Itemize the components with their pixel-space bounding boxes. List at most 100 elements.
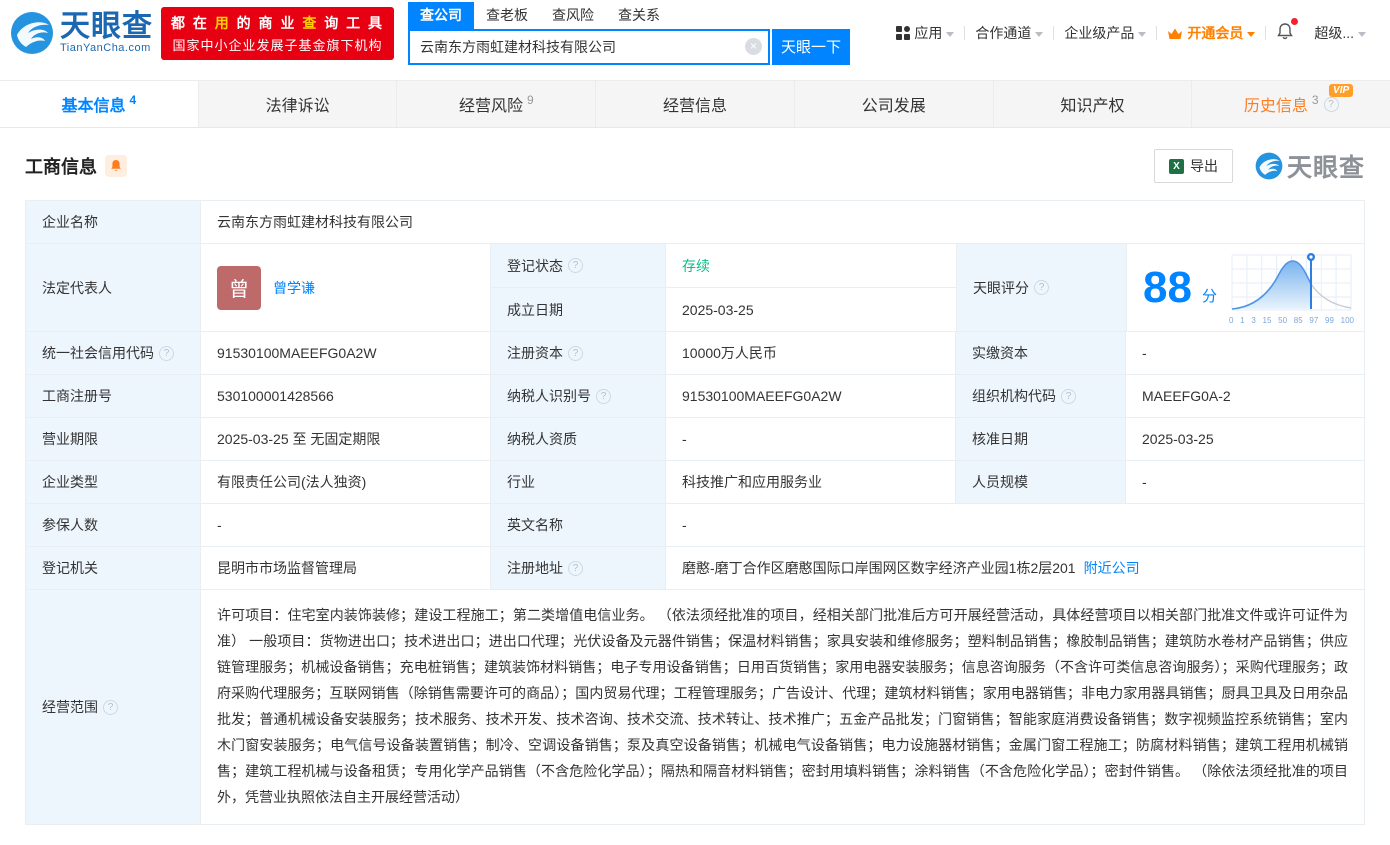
- watermark-logo: 天眼查: [1255, 148, 1365, 184]
- field-label: 登记状态: [491, 244, 666, 287]
- table-row: 登记机关 昆明市市场监督管理局 注册地址 磨憨-磨丁合作区磨憨国际口岸围网区数字…: [26, 547, 1364, 590]
- tab-count: 3: [1311, 93, 1319, 107]
- tab-legal-proceedings[interactable]: 法律诉讼: [199, 81, 398, 127]
- insured-value: -: [201, 504, 491, 546]
- promo-line1: 都 在: [171, 14, 215, 31]
- tab-intellectual-property[interactable]: 知识产权: [994, 81, 1193, 127]
- taxpayer-qual-value: -: [666, 418, 956, 460]
- field-label: 注册地址: [491, 547, 666, 589]
- search-area: 查公司 查老板 查风险 查关系 天眼一下: [408, 1, 851, 65]
- nav-super-account[interactable]: 超级...: [1304, 23, 1376, 43]
- help-icon[interactable]: [159, 345, 174, 361]
- approval-date-value: 2025-03-25: [1142, 431, 1214, 447]
- legal-rep-cell: 曾 曾学谦: [201, 244, 491, 331]
- promo-highlight-1: 用: [214, 14, 231, 31]
- field-label: 英文名称: [491, 504, 666, 546]
- tianyan-score-cell[interactable]: 88 分 0 1 3 15 50 85 97 99 100: [1127, 244, 1364, 331]
- score-value: 88: [1143, 262, 1192, 312]
- nearby-companies-link[interactable]: 附近公司: [1084, 558, 1140, 578]
- field-label: 纳税人资质: [491, 418, 666, 460]
- field-label: 行业: [491, 461, 666, 503]
- clear-icon[interactable]: [745, 37, 763, 55]
- help-icon[interactable]: [596, 388, 611, 404]
- field-label: 参保人数: [26, 504, 201, 546]
- search-button[interactable]: 天眼一下: [772, 28, 851, 65]
- establish-date: 2025-03-25: [682, 301, 754, 318]
- field-label: 企业名称: [26, 201, 201, 243]
- tab-company-development[interactable]: 公司发展: [795, 81, 994, 127]
- search-tab-boss[interactable]: 查老板: [474, 2, 540, 29]
- help-icon[interactable]: [1061, 388, 1076, 404]
- field-label: 组织机构代码: [956, 375, 1126, 417]
- table-row: 经营范围 许可项目：住宅室内装饰装修；建设工程施工；第二类增值电信业务。 （依法…: [26, 590, 1364, 824]
- tab-history-info[interactable]: VIP 历史信息 3: [1192, 81, 1390, 127]
- field-label: 核准日期: [956, 418, 1126, 460]
- table-row: 企业类型 有限责任公司(法人独资) 行业 科技推广和应用服务业 人员规模 -: [26, 461, 1364, 504]
- table-row: 法定代表人 曾 曾学谦 登记状态 存续 成立日期 2025-03-25 天眼评分…: [26, 244, 1364, 332]
- top-header: 天眼查 TianYanCha.com 都 在 用 的 商 业 查 询 工 具 国…: [0, 0, 1390, 66]
- search-input[interactable]: [408, 28, 771, 65]
- company-type-value: 有限责任公司(法人独资): [201, 461, 491, 503]
- help-icon[interactable]: [568, 560, 583, 576]
- help-icon[interactable]: [568, 345, 583, 361]
- business-scope-value: 许可项目：住宅室内装饰装修；建设工程施工；第二类增值电信业务。 （依法须经批准的…: [217, 607, 1348, 805]
- tab-count: 4: [129, 93, 137, 107]
- industry-value: 科技推广和应用服务业: [666, 461, 956, 503]
- search-tab-company[interactable]: 查公司: [408, 1, 475, 29]
- field-label: 营业期限: [26, 418, 201, 460]
- search-tab-risk[interactable]: 查风险: [540, 2, 606, 29]
- crown-icon: [1168, 28, 1183, 39]
- reg-capital-value: 10000万人民币: [666, 332, 956, 374]
- table-row: 工商注册号 530100001428566 纳税人识别号 91530100MAE…: [26, 375, 1364, 418]
- field-label: 企业类型: [26, 461, 201, 503]
- reg-address-cell: 磨憨-磨丁合作区磨憨国际口岸围网区数字经济产业园1栋2层201 附近公司: [666, 547, 1364, 589]
- reg-address-value: 磨憨-磨丁合作区磨憨国际口岸围网区数字经济产业园1栋2层201: [682, 560, 1076, 576]
- table-row: 企业名称 云南东方雨虹建材科技有限公司: [26, 201, 1364, 244]
- search-tab-relation[interactable]: 查关系: [606, 2, 672, 29]
- org-code-value: MAEEFG0A-2: [1142, 388, 1231, 404]
- field-label: 成立日期: [491, 288, 666, 331]
- field-label: 实缴资本: [956, 332, 1126, 374]
- notification-bell-icon[interactable]: [1266, 18, 1304, 44]
- reg-authority-value: 昆明市市场监督管理局: [201, 547, 491, 589]
- export-button[interactable]: 导出: [1153, 149, 1233, 183]
- score-unit: 分: [1201, 288, 1217, 305]
- registration-status: 存续: [682, 257, 710, 274]
- reg-no-value: 530100001428566: [201, 375, 491, 417]
- subscribe-bell-icon[interactable]: [105, 155, 127, 177]
- chevron-down-icon: [1035, 31, 1044, 37]
- tab-business-info[interactable]: 经营信息: [596, 81, 795, 127]
- chevron-down-icon: [1138, 31, 1147, 37]
- legal-rep-link[interactable]: 曾学谦: [273, 278, 315, 298]
- biz-term-value: 2025-03-25 至 无固定期限: [201, 418, 491, 460]
- help-icon[interactable]: [103, 699, 118, 715]
- grid-icon: [896, 26, 911, 40]
- tianyancha-logo[interactable]: 天眼查 TianYanCha.com: [10, 11, 153, 55]
- nav-apps[interactable]: 应用: [886, 23, 964, 43]
- help-icon[interactable]: [1034, 280, 1049, 295]
- english-name-value: -: [682, 517, 687, 533]
- vip-badge: VIP: [1329, 84, 1354, 97]
- avatar[interactable]: 曾: [217, 265, 261, 310]
- help-icon[interactable]: [568, 258, 583, 273]
- nav-enterprise-products[interactable]: 企业级产品: [1054, 23, 1156, 43]
- uscc-value: 91530100MAEEFG0A2W: [201, 332, 491, 374]
- page-tab-bar: 基本信息 4 法律诉讼 经营风险 9 经营信息 公司发展 知识产权 VIP 历史信息…: [0, 80, 1390, 128]
- field-label: 纳税人识别号: [491, 375, 666, 417]
- chevron-down-icon: [1247, 31, 1256, 37]
- logo-subtitle: TianYanCha.com: [60, 42, 151, 54]
- nav-cooperation[interactable]: 合作通道: [965, 23, 1053, 43]
- staff-size-value: -: [1142, 474, 1147, 490]
- help-icon[interactable]: [1323, 96, 1339, 112]
- tab-basic-info[interactable]: 基本信息 4: [0, 81, 199, 127]
- field-label: 法定代表人: [26, 244, 201, 331]
- promo-highlight-2: 查: [302, 14, 319, 31]
- field-label: 登记机关: [26, 547, 201, 589]
- nav-open-vip[interactable]: 开通会员: [1157, 23, 1265, 43]
- field-label: 统一社会信用代码: [26, 332, 201, 374]
- table-row: 营业期限 2025-03-25 至 无固定期限 纳税人资质 - 核准日期 202…: [26, 418, 1364, 461]
- score-axis-labels: 01 3 15 50 85 97 99 100: [1229, 316, 1354, 325]
- tab-business-risk[interactable]: 经营风险 9: [397, 81, 597, 127]
- logo-swirl-icon: [11, 12, 53, 54]
- tab-count: 9: [526, 93, 534, 107]
